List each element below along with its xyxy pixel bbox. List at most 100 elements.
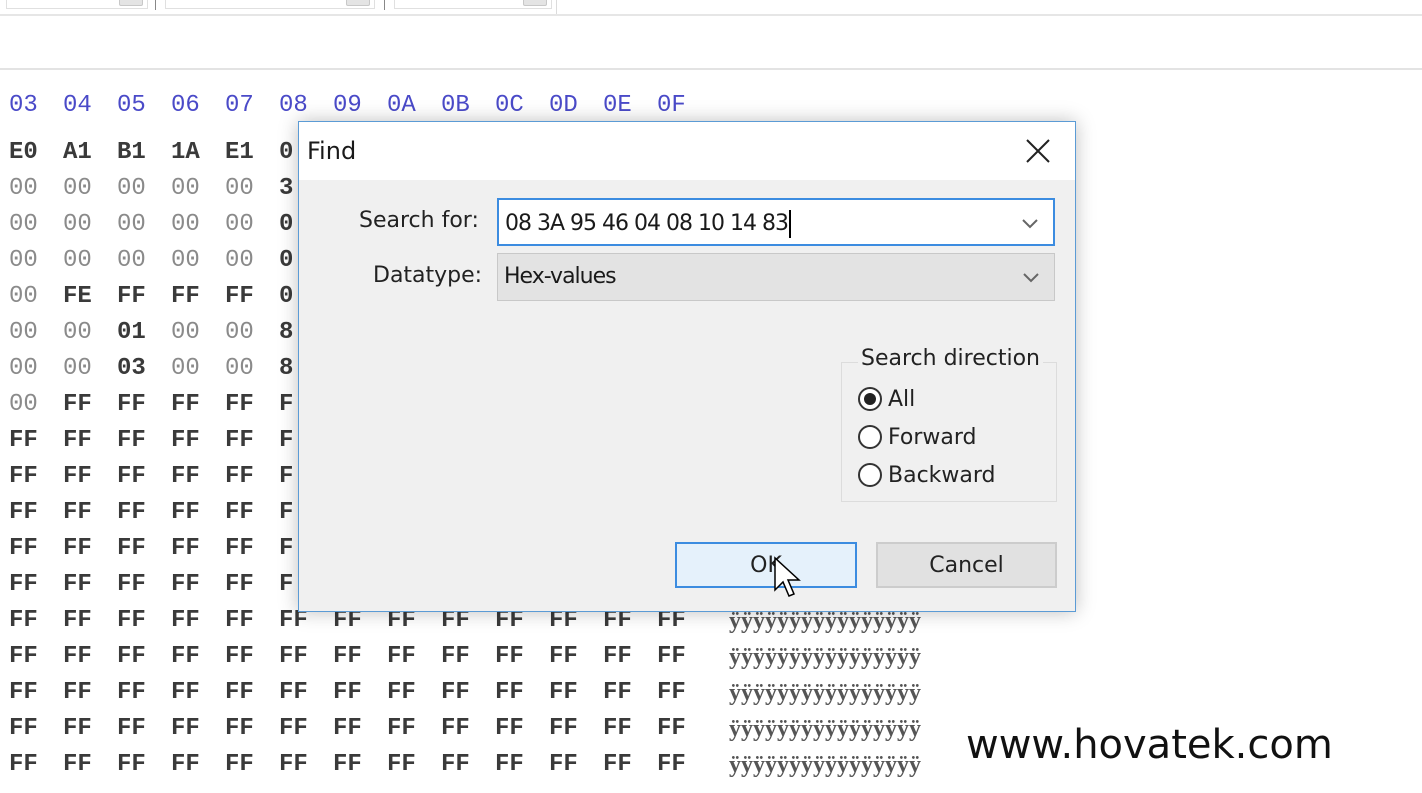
hex-byte[interactable]: FF — [63, 642, 117, 672]
hex-byte[interactable]: FF — [171, 498, 225, 528]
hex-byte[interactable]: FF — [495, 750, 549, 780]
ascii-text[interactable]: ÿÿÿÿÿÿÿÿÿÿÿÿÿÿÿÿ — [729, 678, 921, 708]
hex-byte[interactable]: FF — [171, 534, 225, 564]
hex-byte[interactable]: FF — [63, 426, 117, 456]
hex-byte[interactable]: 00 — [63, 318, 117, 348]
hex-byte[interactable]: 00 — [9, 390, 63, 420]
hex-byte[interactable]: FF — [9, 462, 63, 492]
hex-byte[interactable]: 00 — [225, 246, 279, 276]
hex-byte[interactable]: FF — [387, 714, 441, 744]
hex-byte[interactable]: 1A — [171, 138, 225, 168]
hex-byte[interactable]: FF — [171, 606, 225, 636]
hex-byte[interactable]: FF — [225, 606, 279, 636]
hex-byte[interactable]: FF — [171, 642, 225, 672]
hex-byte[interactable]: FF — [495, 678, 549, 708]
hex-byte[interactable]: FF — [9, 426, 63, 456]
datatype-select[interactable]: Hex-values — [497, 253, 1055, 301]
hex-byte[interactable]: FF — [333, 750, 387, 780]
hex-byte[interactable]: FF — [9, 606, 63, 636]
hex-byte[interactable]: 00 — [117, 174, 171, 204]
hex-byte[interactable]: FF — [279, 678, 333, 708]
hex-byte[interactable]: 00 — [225, 210, 279, 240]
hex-byte[interactable]: FF — [225, 678, 279, 708]
hex-byte[interactable]: FF — [225, 462, 279, 492]
hex-byte[interactable]: FF — [387, 750, 441, 780]
hex-byte[interactable]: FF — [333, 714, 387, 744]
hex-byte[interactable]: FF — [603, 714, 657, 744]
hex-byte[interactable]: FF — [603, 642, 657, 672]
hex-byte[interactable]: FF — [9, 498, 63, 528]
hex-byte[interactable]: FF — [657, 714, 711, 744]
combo-dropdown-button[interactable] — [119, 0, 143, 6]
hex-byte[interactable]: FF — [225, 426, 279, 456]
hex-byte[interactable]: FF — [117, 606, 171, 636]
hex-byte[interactable]: FF — [171, 282, 225, 312]
radio-forward[interactable]: Forward — [858, 421, 976, 453]
hex-byte[interactable]: FF — [657, 678, 711, 708]
hex-byte[interactable]: 00 — [63, 246, 117, 276]
hex-byte[interactable]: 00 — [171, 354, 225, 384]
hex-byte[interactable]: FF — [171, 462, 225, 492]
hex-byte[interactable]: FF — [117, 750, 171, 780]
radio-button[interactable] — [858, 387, 882, 411]
dialog-title-bar[interactable]: Find — [299, 122, 1075, 180]
hex-byte[interactable]: FF — [63, 462, 117, 492]
chevron-down-icon[interactable] — [1019, 212, 1041, 234]
hex-byte[interactable]: FF — [171, 570, 225, 600]
hex-byte[interactable]: FF — [117, 282, 171, 312]
hex-byte[interactable]: 00 — [9, 354, 63, 384]
combo-dropdown-button[interactable] — [346, 0, 370, 6]
hex-byte[interactable]: FF — [171, 678, 225, 708]
hex-byte[interactable]: 00 — [225, 354, 279, 384]
close-icon[interactable] — [1023, 136, 1053, 166]
hex-byte[interactable]: 00 — [9, 282, 63, 312]
hex-byte[interactable]: FF — [63, 606, 117, 636]
hex-byte[interactable]: 00 — [171, 210, 225, 240]
hex-byte[interactable]: FF — [603, 678, 657, 708]
hex-byte[interactable]: 00 — [171, 246, 225, 276]
hex-byte[interactable]: FF — [9, 642, 63, 672]
hex-byte[interactable]: FF — [225, 282, 279, 312]
hex-byte[interactable]: FF — [171, 750, 225, 780]
hex-byte[interactable]: FF — [63, 714, 117, 744]
hex-byte[interactable]: FF — [225, 750, 279, 780]
hex-byte[interactable]: FF — [225, 390, 279, 420]
hex-byte[interactable]: FF — [279, 714, 333, 744]
hex-row[interactable]: FF FF FF FF FF FF FF FF FF FF FF FF FF ÿÿÿÿÿÿÿÿÿÿÿÿÿÿ… — [9, 714, 921, 750]
hex-byte[interactable]: FF — [117, 426, 171, 456]
hex-byte[interactable]: FF — [657, 642, 711, 672]
hex-byte[interactable]: 00 — [63, 174, 117, 204]
hex-byte[interactable]: FF — [225, 498, 279, 528]
hex-byte[interactable]: FF — [495, 642, 549, 672]
hex-byte[interactable]: FF — [117, 462, 171, 492]
hex-byte[interactable]: FF — [495, 714, 549, 744]
toolbar-combo-2[interactable] — [165, 0, 375, 9]
hex-byte[interactable]: 00 — [225, 318, 279, 348]
hex-byte[interactable]: FF — [117, 570, 171, 600]
hex-byte[interactable]: FF — [9, 750, 63, 780]
hex-byte[interactable]: 00 — [9, 318, 63, 348]
hex-byte[interactable]: FF — [441, 750, 495, 780]
hex-byte[interactable]: FF — [171, 426, 225, 456]
combo-dropdown-button[interactable] — [523, 0, 547, 6]
hex-byte[interactable]: FF — [387, 642, 441, 672]
hex-byte[interactable]: 01 — [117, 318, 171, 348]
hex-byte[interactable]: FF — [117, 390, 171, 420]
hex-byte[interactable]: FE — [63, 282, 117, 312]
hex-byte[interactable]: FF — [387, 678, 441, 708]
hex-byte[interactable]: FF — [9, 534, 63, 564]
hex-byte[interactable]: FF — [63, 750, 117, 780]
chevron-down-icon[interactable] — [1020, 266, 1042, 288]
hex-byte[interactable]: 00 — [171, 318, 225, 348]
hex-byte[interactable]: E1 — [225, 138, 279, 168]
hex-byte[interactable]: FF — [117, 498, 171, 528]
hex-row[interactable]: FF FF FF FF FF FF FF FF FF FF FF FF FF ÿÿÿÿÿÿÿÿÿÿÿÿÿÿ… — [9, 642, 921, 678]
hex-byte[interactable]: 00 — [63, 210, 117, 240]
hex-byte[interactable]: FF — [441, 678, 495, 708]
hex-byte[interactable]: FF — [225, 534, 279, 564]
toolbar-combo-3[interactable] — [394, 0, 552, 9]
ascii-text[interactable]: ÿÿÿÿÿÿÿÿÿÿÿÿÿÿÿÿ — [729, 642, 921, 672]
hex-byte[interactable]: FF — [63, 534, 117, 564]
hex-byte[interactable]: FF — [279, 642, 333, 672]
radio-button[interactable] — [858, 425, 882, 449]
